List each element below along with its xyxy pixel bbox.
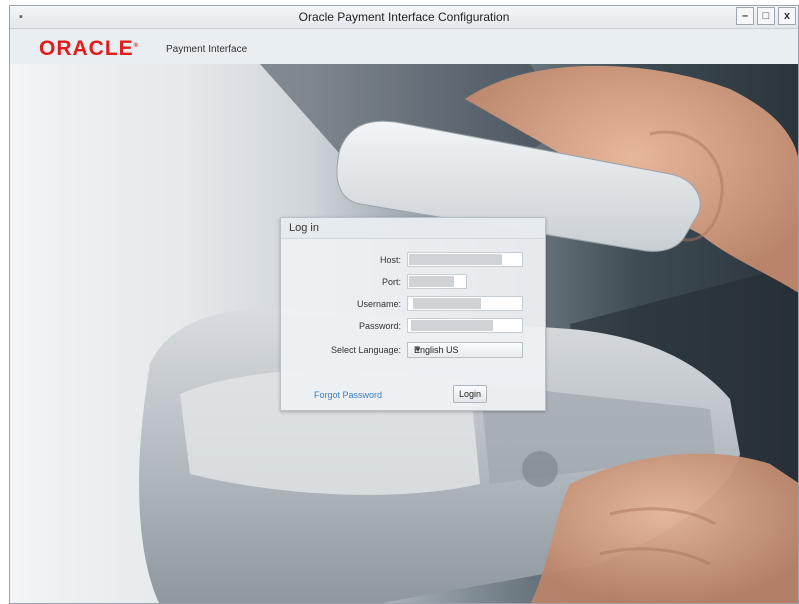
host-input[interactable] xyxy=(407,252,523,267)
registered-mark: ® xyxy=(133,43,140,49)
oracle-logo: ORACLE® xyxy=(39,37,139,61)
username-value xyxy=(413,298,482,309)
title-bar: ▪ Oracle Payment Interface Configuration… xyxy=(10,6,798,29)
username-input[interactable] xyxy=(407,296,523,311)
minimize-button[interactable]: – xyxy=(736,7,754,25)
window-title: Oracle Payment Interface Configuration xyxy=(298,10,510,24)
password-label: Password: xyxy=(358,321,401,331)
close-button[interactable]: x xyxy=(778,7,796,25)
language-select[interactable]: English US ▼ xyxy=(407,342,523,358)
password-input[interactable] xyxy=(407,318,523,333)
language-label: Select Language: xyxy=(330,345,401,355)
port-label: Port: xyxy=(381,277,401,287)
username-label: Username: xyxy=(356,299,401,309)
chevron-down-icon: ▼ xyxy=(414,345,422,354)
port-input[interactable] xyxy=(407,274,467,289)
host-label: Host: xyxy=(379,255,401,265)
window-controls: – □ x xyxy=(736,7,796,25)
login-dialog-header: Log in xyxy=(281,218,545,239)
oracle-logo-text: ORACLE xyxy=(39,37,134,60)
port-value xyxy=(409,276,455,287)
brand-header: ORACLE® Payment Interface xyxy=(10,29,798,64)
login-dialog-title: Log in xyxy=(289,222,319,234)
host-value xyxy=(409,254,503,265)
login-button[interactable]: Login xyxy=(453,385,487,403)
password-value xyxy=(411,320,494,331)
app-window: ▪ Oracle Payment Interface Configuration… xyxy=(9,5,799,604)
forgot-password-link[interactable]: Forgot Password xyxy=(314,390,382,400)
maximize-button[interactable]: □ xyxy=(757,7,775,25)
product-name: Payment Interface xyxy=(166,44,248,55)
login-dialog: Log in Host: Port: Username: Password: S… xyxy=(280,217,546,411)
